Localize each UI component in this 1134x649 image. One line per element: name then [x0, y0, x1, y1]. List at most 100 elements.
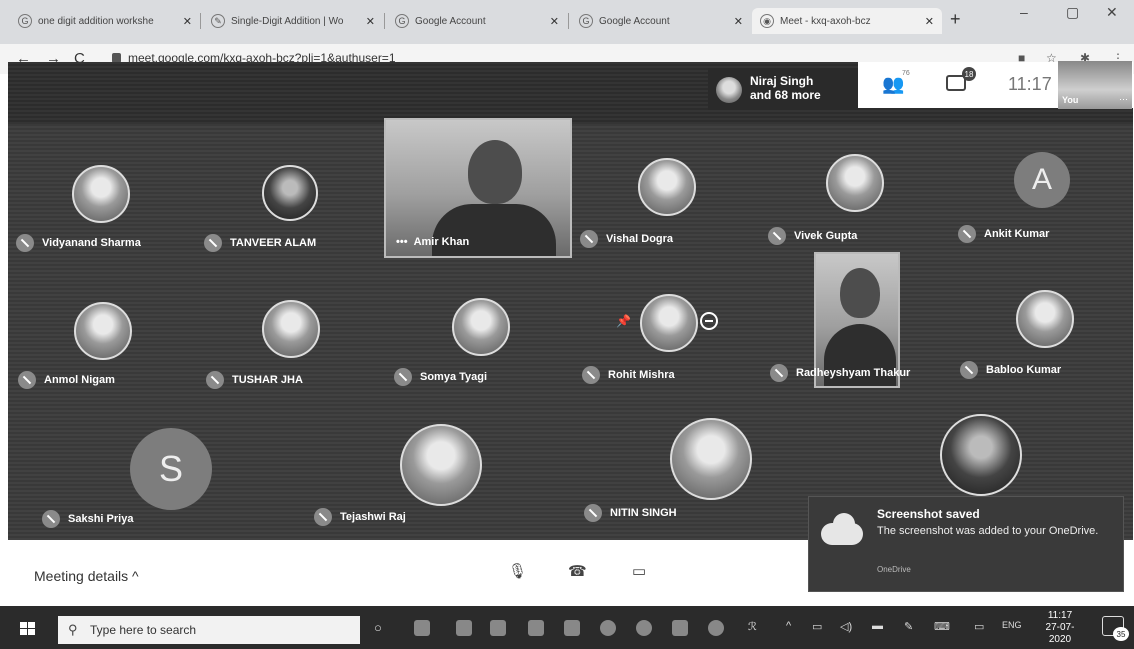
taskbar-search-box[interactable]: ⚲ Type here to search [58, 616, 360, 644]
windows-taskbar: ⚲ Type here to search ○ ℛ ^ ▭ ◁) ▬ ✎ ⌨ ▭… [0, 606, 1134, 649]
camera-icon[interactable]: ▭ [632, 562, 646, 580]
app-icon[interactable] [456, 620, 472, 636]
mic-off-icon [768, 227, 786, 245]
help-icon[interactable] [708, 620, 724, 636]
participant-tile[interactable]: Tejashwi Raj [314, 508, 406, 526]
avatar: A [1014, 152, 1070, 208]
tab-google-account-2[interactable]: G Google Account ✕ [571, 8, 751, 34]
people-icon[interactable]: 👥 [882, 74, 904, 95]
action-center-icon[interactable]: 35 [1102, 616, 1129, 641]
participant-tile[interactable]: Vishal Dogra [580, 230, 673, 248]
participant-tile[interactable]: Vidyanand Sharma [16, 234, 141, 252]
avatar [262, 165, 318, 221]
close-icon[interactable]: ✕ [550, 15, 559, 28]
minimize-button[interactable]: – [1020, 4, 1028, 20]
language-indicator[interactable]: ENG [1002, 620, 1022, 630]
close-icon[interactable]: ✕ [366, 15, 375, 28]
participant-name: Ankit Kumar [984, 228, 1050, 240]
tab-meet[interactable]: ◉ Meet - kxq-axoh-bcz ✕ [752, 8, 942, 34]
battery-icon[interactable]: ▬ [872, 620, 883, 632]
participant-name: TUSHAR JHA [232, 374, 303, 386]
participant-name: NITIN SINGH [610, 507, 677, 519]
notification-count-badge: 35 [1113, 627, 1129, 641]
avatar [262, 300, 320, 358]
participant-tile[interactable]: TANVEER ALAM [204, 234, 316, 252]
task-view-icon[interactable] [414, 620, 430, 636]
clock-date: 27-07-2020 [1045, 622, 1075, 645]
participant-name: Rohit Mishra [608, 369, 675, 381]
avatar [72, 165, 130, 223]
mic-off-icon [580, 230, 598, 248]
close-icon[interactable]: ✕ [734, 15, 743, 28]
people-icon[interactable]: ℛ [748, 620, 757, 633]
app-icon[interactable] [490, 620, 506, 636]
avatar [670, 418, 752, 500]
meeting-details-button[interactable]: Meeting details ^ [34, 568, 139, 584]
more-options-icon[interactable]: ••• [396, 236, 408, 248]
participant-name: Vidyanand Sharma [42, 237, 141, 249]
tab-google-account-1[interactable]: G Google Account ✕ [387, 8, 567, 34]
participant-tile[interactable]: Radheyshyam Thakur [770, 364, 910, 382]
self-label: You [1062, 95, 1079, 105]
chrome-icon[interactable] [636, 620, 652, 636]
avatar [452, 298, 510, 356]
participant-name: Vivek Gupta [794, 230, 858, 242]
participant-tile[interactable]: Sakshi Priya [42, 510, 133, 528]
mic-off-icon [42, 510, 60, 528]
meet-icon: ◉ [760, 14, 774, 28]
avatar [716, 77, 742, 103]
participant-tile[interactable]: Babloo Kumar [960, 361, 1061, 379]
maximize-button[interactable]: ▢ [1066, 4, 1079, 21]
participant-name: Tejashwi Raj [340, 511, 406, 523]
screenshot-saved-notification[interactable]: Screenshot saved The screenshot was adde… [808, 496, 1124, 592]
microphone-icon[interactable]: 🎙 [508, 562, 527, 580]
participant-tile[interactable]: Somya Tyagi [394, 368, 487, 386]
google-icon: G [18, 14, 32, 28]
chevron-up-icon[interactable]: ^ [786, 620, 791, 632]
presenter-indicator[interactable]: Niraj Singh and 68 more [708, 68, 858, 110]
participant-tile[interactable]: ••• Amir Khan [396, 236, 469, 248]
app-icon[interactable] [528, 620, 544, 636]
tab-label: Meet - kxq-axoh-bcz [780, 15, 871, 27]
close-window-button[interactable]: ✕ [1106, 4, 1118, 21]
taskbar-clock[interactable]: 11:17 27-07-2020 [1036, 610, 1084, 646]
display-icon[interactable]: ▭ [974, 620, 984, 633]
tab-worksheet[interactable]: G one digit addition workshe ✕ [10, 8, 200, 34]
cortana-icon[interactable]: ○ [374, 620, 382, 635]
mic-off-icon [204, 234, 222, 252]
google-icon: G [579, 14, 593, 28]
app-icon[interactable] [672, 620, 688, 636]
avatar [74, 302, 132, 360]
participant-tile[interactable]: Ankit Kumar [958, 225, 1049, 243]
close-icon[interactable]: ✕ [183, 15, 192, 28]
participant-tile[interactable]: Anmol Nigam [18, 371, 115, 389]
avatar: S [130, 428, 212, 510]
network-icon[interactable]: ▭ [812, 620, 822, 633]
more-options-icon[interactable]: ⋯ [1119, 94, 1128, 105]
windows-start-icon[interactable] [20, 622, 36, 636]
participant-name: Sakshi Priya [68, 513, 134, 525]
pin-icon[interactable]: 📌 [616, 314, 631, 328]
close-icon[interactable]: ✕ [925, 15, 934, 28]
participant-tile[interactable]: Vivek Gupta [768, 227, 857, 245]
new-tab-button[interactable]: + [950, 9, 961, 30]
avatar [1016, 290, 1074, 348]
chat-badge: 18 [962, 67, 976, 81]
pen-icon[interactable]: ✎ [904, 620, 913, 633]
edge-icon[interactable] [600, 620, 616, 636]
participant-tile[interactable]: NITIN SINGH [584, 504, 677, 522]
tab-single-digit[interactable]: ✎ Single-Digit Addition | Wo ✕ [203, 8, 383, 34]
participant-tile[interactable]: Rohit Mishra [582, 366, 675, 384]
volume-icon[interactable]: ◁) [840, 620, 852, 633]
participant-name: Babloo Kumar [986, 364, 1062, 376]
mic-off-icon [770, 364, 788, 382]
pencil-icon: ✎ [211, 14, 225, 28]
remove-icon[interactable] [700, 312, 718, 330]
google-icon: G [395, 14, 409, 28]
hang-up-icon[interactable]: ☎ [568, 562, 587, 580]
participant-tile[interactable]: TUSHAR JHA [206, 371, 303, 389]
keyboard-icon[interactable]: ⌨ [934, 620, 950, 633]
self-view-tile[interactable]: You ⋯ [1058, 61, 1132, 109]
mic-off-icon [394, 368, 412, 386]
store-icon[interactable] [564, 620, 580, 636]
